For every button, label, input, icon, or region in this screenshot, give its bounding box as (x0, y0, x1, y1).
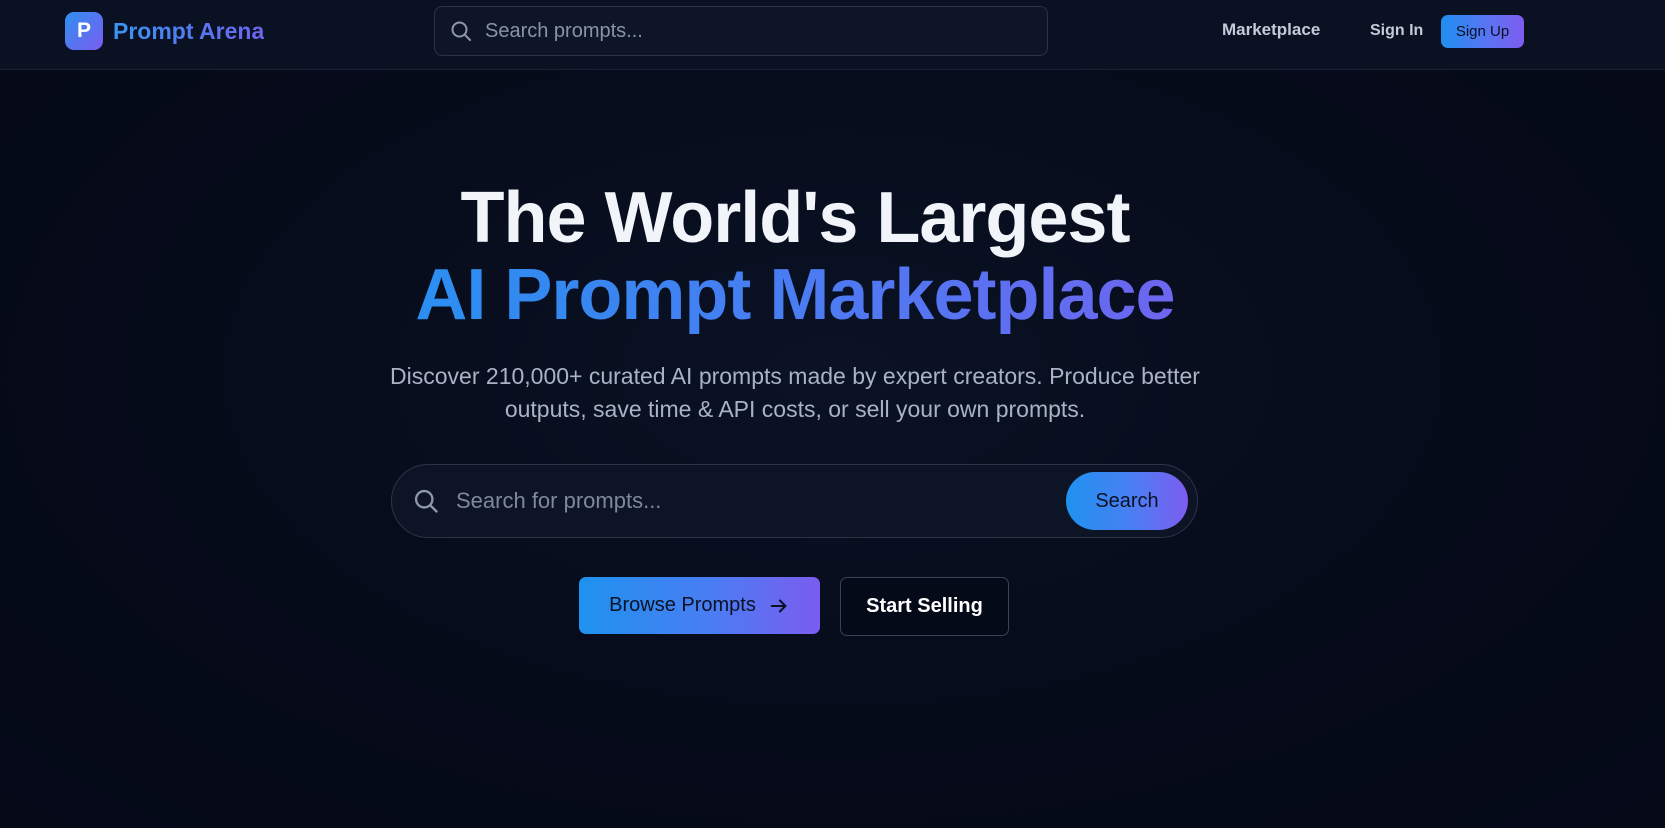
browse-prompts-label: Browse Prompts (609, 594, 756, 616)
sign-up-button[interactable]: Sign Up (1441, 15, 1524, 48)
brand-logo: P (65, 12, 103, 50)
hero-search-bar: Search (391, 464, 1198, 538)
hero-subtitle-line1: Discover 210,000+ curated AI prompts mad… (390, 363, 1200, 389)
nav-marketplace-link[interactable]: Marketplace (1222, 20, 1320, 40)
brand-name: Prompt Arena (113, 17, 265, 44)
arrow-right-icon (770, 598, 787, 613)
header-search-input[interactable] (483, 18, 1047, 44)
hero-title-line2-wrapper: AI Prompt Marketplace (0, 254, 1590, 336)
page: P Prompt Arena Marketplace Sign In Sign … (0, 0, 1665, 828)
brand-home-link[interactable]: P Prompt Arena (65, 12, 264, 50)
hero-search-button[interactable]: Search (1066, 472, 1188, 530)
nav-sign-in-link[interactable]: Sign In (1370, 22, 1423, 40)
top-nav-bar: P Prompt Arena Marketplace Sign In Sign … (0, 0, 1665, 70)
search-icon (451, 21, 471, 41)
hero-title-line2: AI Prompt Marketplace (415, 255, 1175, 335)
hero-subtitle-line2: outputs, save time & API costs, or sell … (504, 396, 1086, 422)
header-search-box (434, 6, 1048, 56)
start-selling-button[interactable]: Start Selling (840, 577, 1009, 636)
hero-subtitle: Discover 210,000+ curated AI prompts mad… (0, 360, 1590, 426)
hero-search-input[interactable] (454, 487, 1066, 515)
hero-title-line1: The World's Largest (460, 178, 1131, 258)
browse-prompts-button[interactable]: Browse Prompts (579, 577, 820, 634)
search-icon (414, 489, 438, 513)
